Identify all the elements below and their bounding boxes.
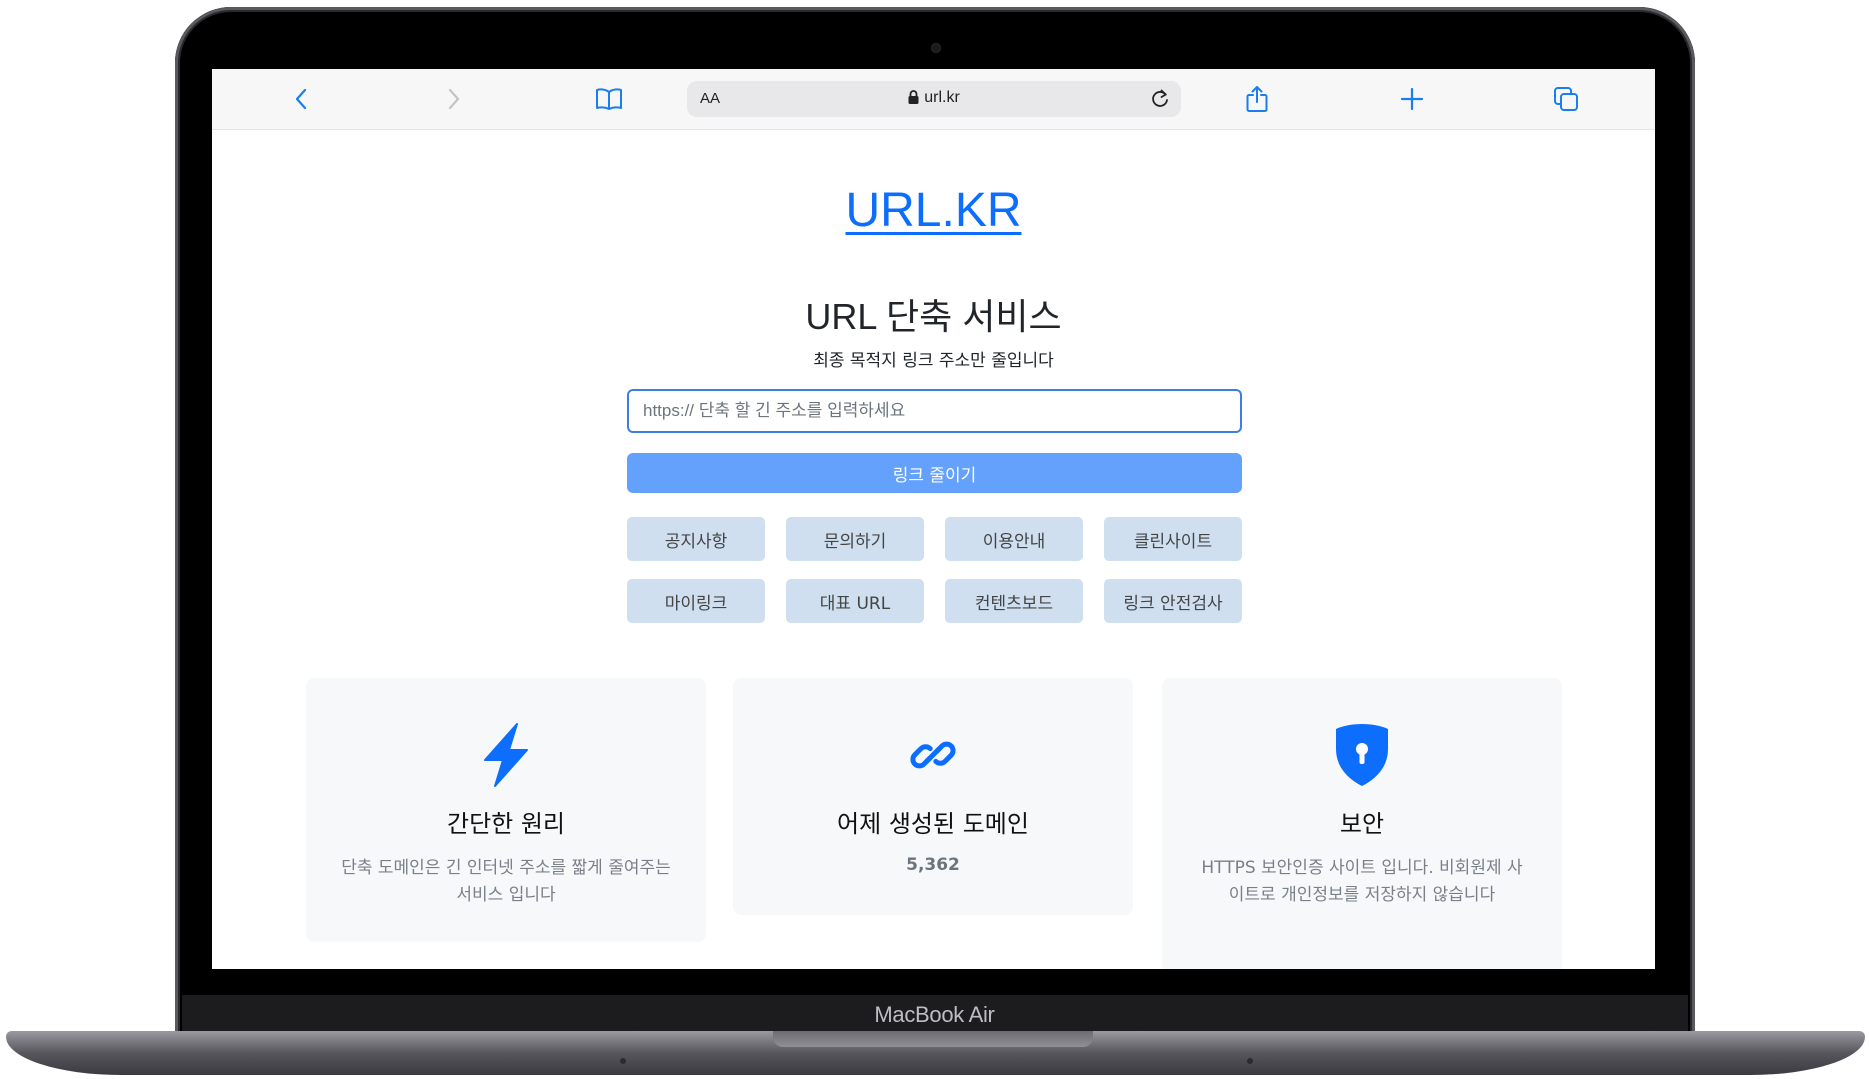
content-board-button[interactable]: 컨텐츠보드 xyxy=(945,579,1083,623)
camera xyxy=(931,43,941,53)
feature-title: 보안 xyxy=(1339,810,1385,838)
feature-card-yesterday-domains: 어제 생성된 도메인 5,362 xyxy=(733,678,1133,915)
my-link-button[interactable]: 마이링크 xyxy=(627,579,765,623)
quick-links: 공지사항 문의하기 이용안내 클린사이트 마이링크 대표 URL 컨텐츠보드 링… xyxy=(627,517,1242,623)
representative-url-button[interactable]: 대표 URL xyxy=(786,579,924,623)
forward-button[interactable] xyxy=(440,85,468,113)
url-text: url.kr xyxy=(924,89,960,106)
feature-card-security: 보안 HTTPS 보안인증 사이트 입니다. 비회원제 사이트로 개인정보를 저… xyxy=(1162,678,1562,969)
clean-site-button[interactable]: 클린사이트 xyxy=(1104,517,1242,561)
lightning-icon xyxy=(484,723,528,787)
feature-description: 단축 도메인은 긴 인터넷 주소를 짧게 줄여주는 서비스 입니다 xyxy=(341,858,671,905)
device-brand-label: MacBook Air xyxy=(874,1002,995,1027)
guide-button[interactable]: 이용안내 xyxy=(945,517,1083,561)
domain-count: 5,362 xyxy=(906,855,960,875)
new-tab-icon xyxy=(1400,87,1424,111)
browser-screen: AA url.kr URL.KR URL 단축 서비스 최종 목적지 링크 주소… xyxy=(212,69,1655,969)
feature-title: 어제 생성된 도메인 xyxy=(837,810,1029,838)
feature-description: HTTPS 보안인증 사이트 입니다. 비회원제 사이트로 개인정보를 저장하지… xyxy=(1201,858,1523,905)
page-subtitle: 최종 목적지 링크 주소만 줄입니다 xyxy=(813,351,1054,371)
feature-card-simple: 간단한 원리 단축 도메인은 긴 인터넷 주소를 짧게 줄여주는 서비스 입니다 xyxy=(306,678,706,942)
lock-icon xyxy=(908,90,919,104)
url-input[interactable] xyxy=(627,389,1242,433)
address-bar[interactable]: AA url.kr xyxy=(687,81,1181,117)
reload-icon xyxy=(1152,89,1168,107)
url-display[interactable]: url.kr xyxy=(687,89,1181,107)
reload-button[interactable] xyxy=(1149,88,1171,114)
share-icon xyxy=(1246,86,1268,112)
share-button[interactable] xyxy=(1243,85,1271,113)
forward-icon xyxy=(448,88,460,110)
bookmarks-icon xyxy=(596,88,622,110)
laptop-notch xyxy=(773,1031,1093,1047)
shorten-link-button[interactable]: 링크 줄이기 xyxy=(627,453,1242,493)
back-button[interactable] xyxy=(287,85,315,113)
bookmarks-button[interactable] xyxy=(595,85,623,113)
tabs-button[interactable] xyxy=(1552,85,1580,113)
link-icon xyxy=(910,741,956,769)
laptop-foot xyxy=(1247,1058,1253,1064)
browser-toolbar: AA url.kr xyxy=(212,69,1655,130)
page-title: URL 단축 서비스 xyxy=(805,296,1062,337)
shield-lock-icon xyxy=(1336,724,1388,786)
feature-title: 간단한 원리 xyxy=(446,810,566,838)
notice-button[interactable]: 공지사항 xyxy=(627,517,765,561)
new-tab-button[interactable] xyxy=(1398,85,1426,113)
laptop-foot xyxy=(620,1058,626,1064)
back-icon xyxy=(295,88,307,110)
site-logo-link[interactable]: URL.KR xyxy=(845,184,1021,237)
tabs-icon xyxy=(1554,87,1578,111)
inquiry-button[interactable]: 문의하기 xyxy=(786,517,924,561)
link-safety-check-button[interactable]: 링크 안전검사 xyxy=(1104,579,1242,623)
